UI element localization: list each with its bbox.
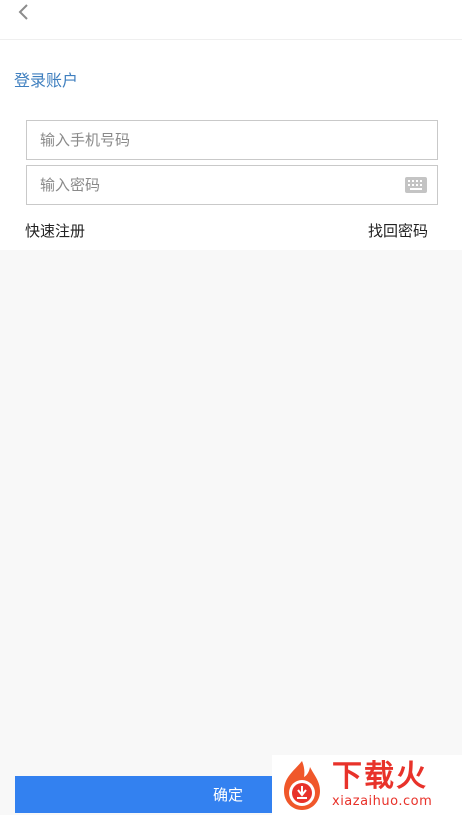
back-button[interactable] <box>12 0 36 24</box>
forgot-password-link[interactable]: 找回密码 <box>368 221 428 241</box>
keyboard-icon[interactable] <box>405 177 427 193</box>
watermark: 下载火 xiazaihuo.com <box>272 755 462 815</box>
top-bar <box>0 0 462 40</box>
password-input[interactable] <box>27 166 437 204</box>
watermark-brand: 下载火 <box>332 759 428 794</box>
flame-logo-icon <box>284 761 320 810</box>
page-title: 登录账户 <box>14 71 79 90</box>
phone-field[interactable] <box>26 120 438 160</box>
password-field[interactable] <box>26 165 438 205</box>
register-link[interactable]: 快速注册 <box>25 221 85 241</box>
watermark-domain: xiazaihuo.com <box>332 794 433 809</box>
chevron-left-icon <box>18 4 28 20</box>
watermark-text: 下载火 xiazaihuo.com <box>332 760 432 810</box>
phone-input[interactable] <box>27 121 437 159</box>
login-page: 登录账户 快速注册 找回密码 确定 下载火 xiazaih <box>0 0 462 815</box>
